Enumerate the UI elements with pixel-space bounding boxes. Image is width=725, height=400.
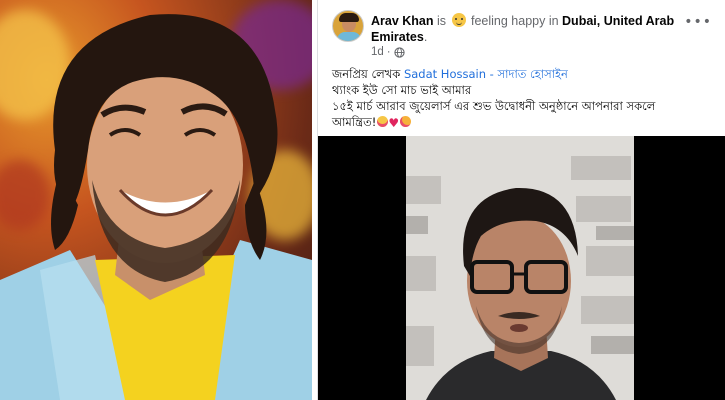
smiling-hearts-emoji-icon	[400, 116, 412, 127]
meta-separator: ·	[386, 46, 391, 58]
globe-icon	[394, 46, 405, 58]
is-label: is	[433, 14, 450, 28]
portrait-illustration	[0, 14, 312, 400]
post-text: জনপ্রিয় লেখক Sadat Hossain - সাদাত হোসা…	[332, 66, 712, 131]
author-name[interactable]: Arav Khan	[371, 14, 434, 28]
post-header-text: Arav Khan is feeling happy in Dubai, Uni…	[371, 13, 681, 45]
more-options-icon[interactable]: •••	[684, 14, 712, 30]
mention-link[interactable]: Sadat Hossain - সাদাত হোসাইন	[404, 67, 568, 81]
profile-photo	[0, 0, 312, 400]
post-text-line: ১৫ই মার্চ আরাব জুয়েলার্স এর শুভ উদ্বোধন…	[332, 99, 656, 113]
author-avatar[interactable]	[332, 10, 364, 42]
heart-eyes-emoji-icon	[377, 116, 389, 127]
post-video[interactable]	[318, 136, 725, 400]
post-text-line: থ্যাংক ইউ সো মাচ ভাই আমার	[332, 83, 472, 97]
post-header: Arav Khan is feeling happy in Dubai, Uni…	[318, 0, 725, 62]
facebook-post: Arav Khan is feeling happy in Dubai, Uni…	[317, 0, 725, 400]
feeling-label: feeling happy in	[467, 14, 563, 28]
happy-face-emoji-icon	[451, 13, 466, 27]
video-scene-illustration	[406, 136, 634, 400]
post-text-line: জনপ্রিয় লেখক Sadat Hossain - সাদাত হোসা…	[332, 67, 568, 81]
location-period: .	[423, 30, 428, 44]
post-timestamp[interactable]: 1d	[371, 46, 384, 58]
video-frame	[406, 136, 634, 400]
post-text-line: আমন্ত্রিত! ♥	[332, 114, 712, 131]
red-heart-emoji-icon: ♥	[388, 116, 400, 130]
post-meta: 1d ·	[371, 46, 405, 58]
